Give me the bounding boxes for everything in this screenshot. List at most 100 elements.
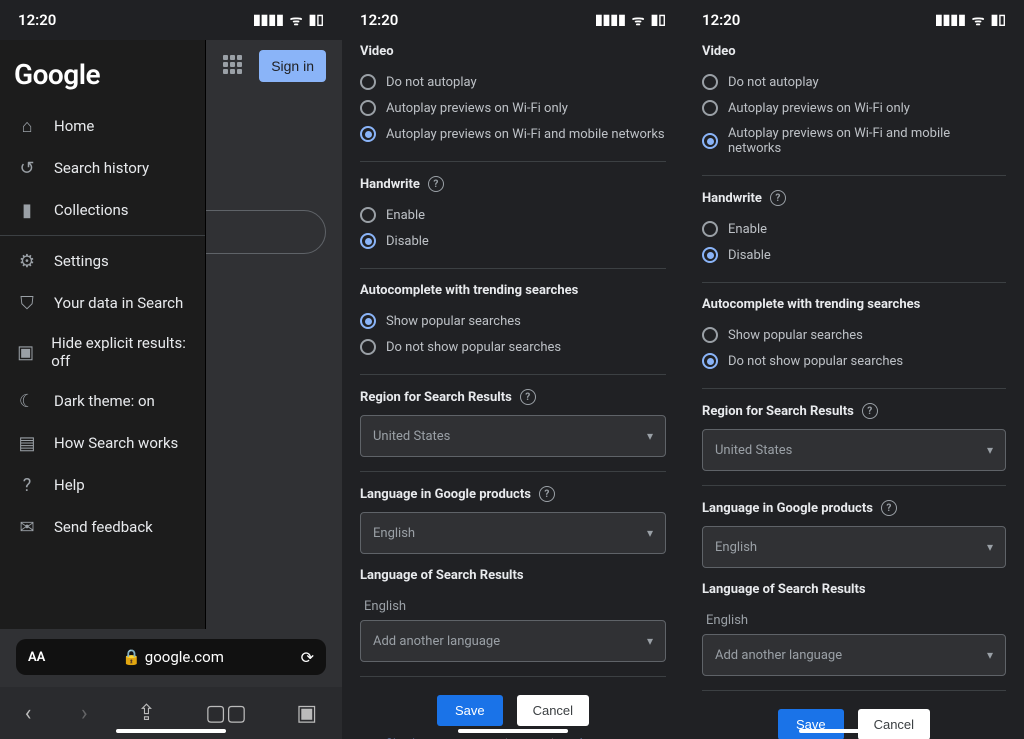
help-icon[interactable]: ?	[770, 190, 786, 206]
status-icons: ▮▮▮▮ ᯤ ▮▯	[935, 11, 1006, 30]
drawer-item-collections[interactable]: ▮ Collections	[0, 189, 205, 231]
signal-icon: ▮▮▮▮	[595, 12, 626, 28]
radio-video-2[interactable]: Autoplay previews on Wi-Fi and mobile ne…	[360, 121, 666, 147]
radio-autocomplete-0[interactable]: Show popular searches	[360, 308, 666, 334]
cancel-button[interactable]: Cancel	[517, 695, 589, 726]
radio-autocomplete-1[interactable]: Do not show popular searches	[702, 348, 1006, 374]
signin-button[interactable]: Sign in	[259, 50, 326, 82]
home-indicator	[458, 729, 568, 733]
back-icon[interactable]: ‹	[25, 701, 32, 726]
region-select[interactable]: United States ▾	[360, 415, 666, 457]
radio-icon	[360, 233, 376, 249]
info-icon: ▤	[16, 432, 38, 454]
moon-icon: ☾	[16, 390, 38, 412]
radio-label: Disable	[728, 248, 771, 263]
address-bar[interactable]: AA 🔒 google.com ⟳	[16, 639, 326, 675]
radio-video-2[interactable]: Autoplay previews on Wi-Fi and mobile ne…	[702, 121, 1006, 161]
reload-icon[interactable]: ⟳	[301, 648, 314, 667]
lang-results-add-select[interactable]: Add another language▾	[360, 620, 666, 662]
radio-icon	[360, 339, 376, 355]
bookmark-icon: ▮	[16, 199, 38, 221]
status-icons: ▮▮▮▮ ᯤ ▮▯	[595, 11, 666, 30]
radio-handwrite-1[interactable]: Disable	[702, 242, 1006, 268]
radio-label: Autoplay previews on Wi-Fi only	[386, 101, 568, 116]
divider	[702, 175, 1006, 176]
select-value: United States	[373, 429, 450, 444]
chevron-down-icon: ▾	[647, 634, 653, 648]
drawer-item-home[interactable]: ⌂ Home	[0, 105, 205, 147]
radio-label: Autoplay previews on Wi-Fi only	[728, 101, 910, 116]
status-bar: 12:20 ▮▮▮▮ ᯤ ▮▯	[684, 0, 1024, 40]
tabs-icon[interactable]: ▣	[296, 701, 317, 726]
save-button[interactable]: Save	[437, 695, 503, 726]
help-icon[interactable]: ?	[428, 176, 444, 192]
battery-icon: ▮▯	[991, 12, 1006, 28]
radio-video-0[interactable]: Do not autoplay	[360, 69, 666, 95]
drawer-item-help[interactable]: ? Help	[0, 464, 205, 506]
home-icon: ⌂	[16, 115, 38, 137]
forward-icon[interactable]: ›	[81, 701, 88, 726]
lang-products-select[interactable]: English▾	[702, 526, 1006, 568]
lang-results-add-select[interactable]: Add another language▾	[702, 634, 1006, 676]
drawer-item-howsearch[interactable]: ▤ How Search works	[0, 422, 205, 464]
radio-handwrite-1[interactable]: Disable	[360, 228, 666, 254]
help-icon[interactable]: ?	[520, 389, 536, 405]
panel-mobile-drawer: 12:20 ▮▮▮▮ ᯤ ▮▯ Sign in le Google ⌂ Home…	[0, 0, 342, 739]
section-region-title: Region for Search Results?	[360, 389, 666, 405]
help-icon[interactable]: ?	[539, 486, 555, 502]
help-icon[interactable]: ?	[862, 403, 878, 419]
radio-autocomplete-1[interactable]: Do not show popular searches	[360, 334, 666, 360]
drawer-item-darktheme[interactable]: ☾ Dark theme: on	[0, 380, 205, 422]
cancel-button[interactable]: Cancel	[858, 709, 930, 739]
radio-label: Autoplay previews on Wi-Fi and mobile ne…	[386, 127, 665, 142]
lang-products-select[interactable]: English▾	[360, 512, 666, 554]
divider	[702, 388, 1006, 389]
drawer-item-settings[interactable]: ⚙ Settings	[0, 240, 205, 282]
help-icon[interactable]: ?	[881, 500, 897, 516]
drawer-item-label: Hide explicit results: off	[51, 334, 189, 370]
section-lang-results-title: Language of Search Results	[702, 582, 1006, 597]
radio-icon	[702, 74, 718, 90]
radio-label: Autoplay previews on Wi-Fi and mobile ne…	[728, 126, 1006, 156]
section-lang-results-title: Language of Search Results	[360, 568, 666, 583]
drawer-item-history[interactable]: ↺ Search history	[0, 147, 205, 189]
radio-icon	[360, 207, 376, 223]
save-button[interactable]: Save	[778, 709, 844, 739]
section-lang-products-title: Language in Google products?	[702, 500, 1006, 516]
radio-video-1[interactable]: Autoplay previews on Wi-Fi only	[702, 95, 1006, 121]
apps-grid-icon[interactable]	[223, 55, 245, 77]
share-icon[interactable]: ⇪	[137, 701, 155, 726]
chevron-down-icon: ▾	[647, 429, 653, 443]
button-row: Save Cancel	[360, 695, 666, 726]
select-value: English	[373, 526, 415, 541]
radio-video-0[interactable]: Do not autoplay	[702, 69, 1006, 95]
section-label: Region for Search Results	[360, 390, 512, 405]
divider	[702, 282, 1006, 283]
gear-icon: ⚙	[16, 250, 38, 272]
drawer-item-label: Collections	[54, 201, 129, 219]
select-value: Add another language	[715, 648, 842, 663]
divider	[360, 471, 666, 472]
radio-icon	[360, 313, 376, 329]
chevron-down-icon: ▾	[987, 443, 993, 457]
radio-label: Disable	[386, 234, 429, 249]
chevron-down-icon: ▾	[987, 540, 993, 554]
radio-video-1[interactable]: Autoplay previews on Wi-Fi only	[360, 95, 666, 121]
section-handwrite-title: Handwrite?	[360, 176, 666, 192]
drawer-item-label: Search history	[54, 159, 149, 177]
section-video-title: Video	[702, 44, 1006, 59]
radio-handwrite-0[interactable]: Enable	[360, 202, 666, 228]
radio-handwrite-0[interactable]: Enable	[702, 216, 1006, 242]
explicit-icon: ▣	[16, 341, 35, 363]
divider	[702, 485, 1006, 486]
drawer-item-explicit[interactable]: ▣ Hide explicit results: off	[0, 324, 205, 380]
radio-label: Do not show popular searches	[386, 340, 561, 355]
bookmarks-icon[interactable]: ▢▢	[205, 701, 247, 726]
drawer-item-label: How Search works	[54, 434, 178, 452]
drawer-item-label: Help	[54, 476, 85, 494]
text-size-icon[interactable]: AA	[28, 650, 45, 665]
drawer-item-feedback[interactable]: ✉ Send feedback	[0, 506, 205, 548]
radio-autocomplete-0[interactable]: Show popular searches	[702, 322, 1006, 348]
drawer-item-yourdata[interactable]: ⛉ Your data in Search	[0, 282, 205, 324]
region-select[interactable]: United States▾	[702, 429, 1006, 471]
